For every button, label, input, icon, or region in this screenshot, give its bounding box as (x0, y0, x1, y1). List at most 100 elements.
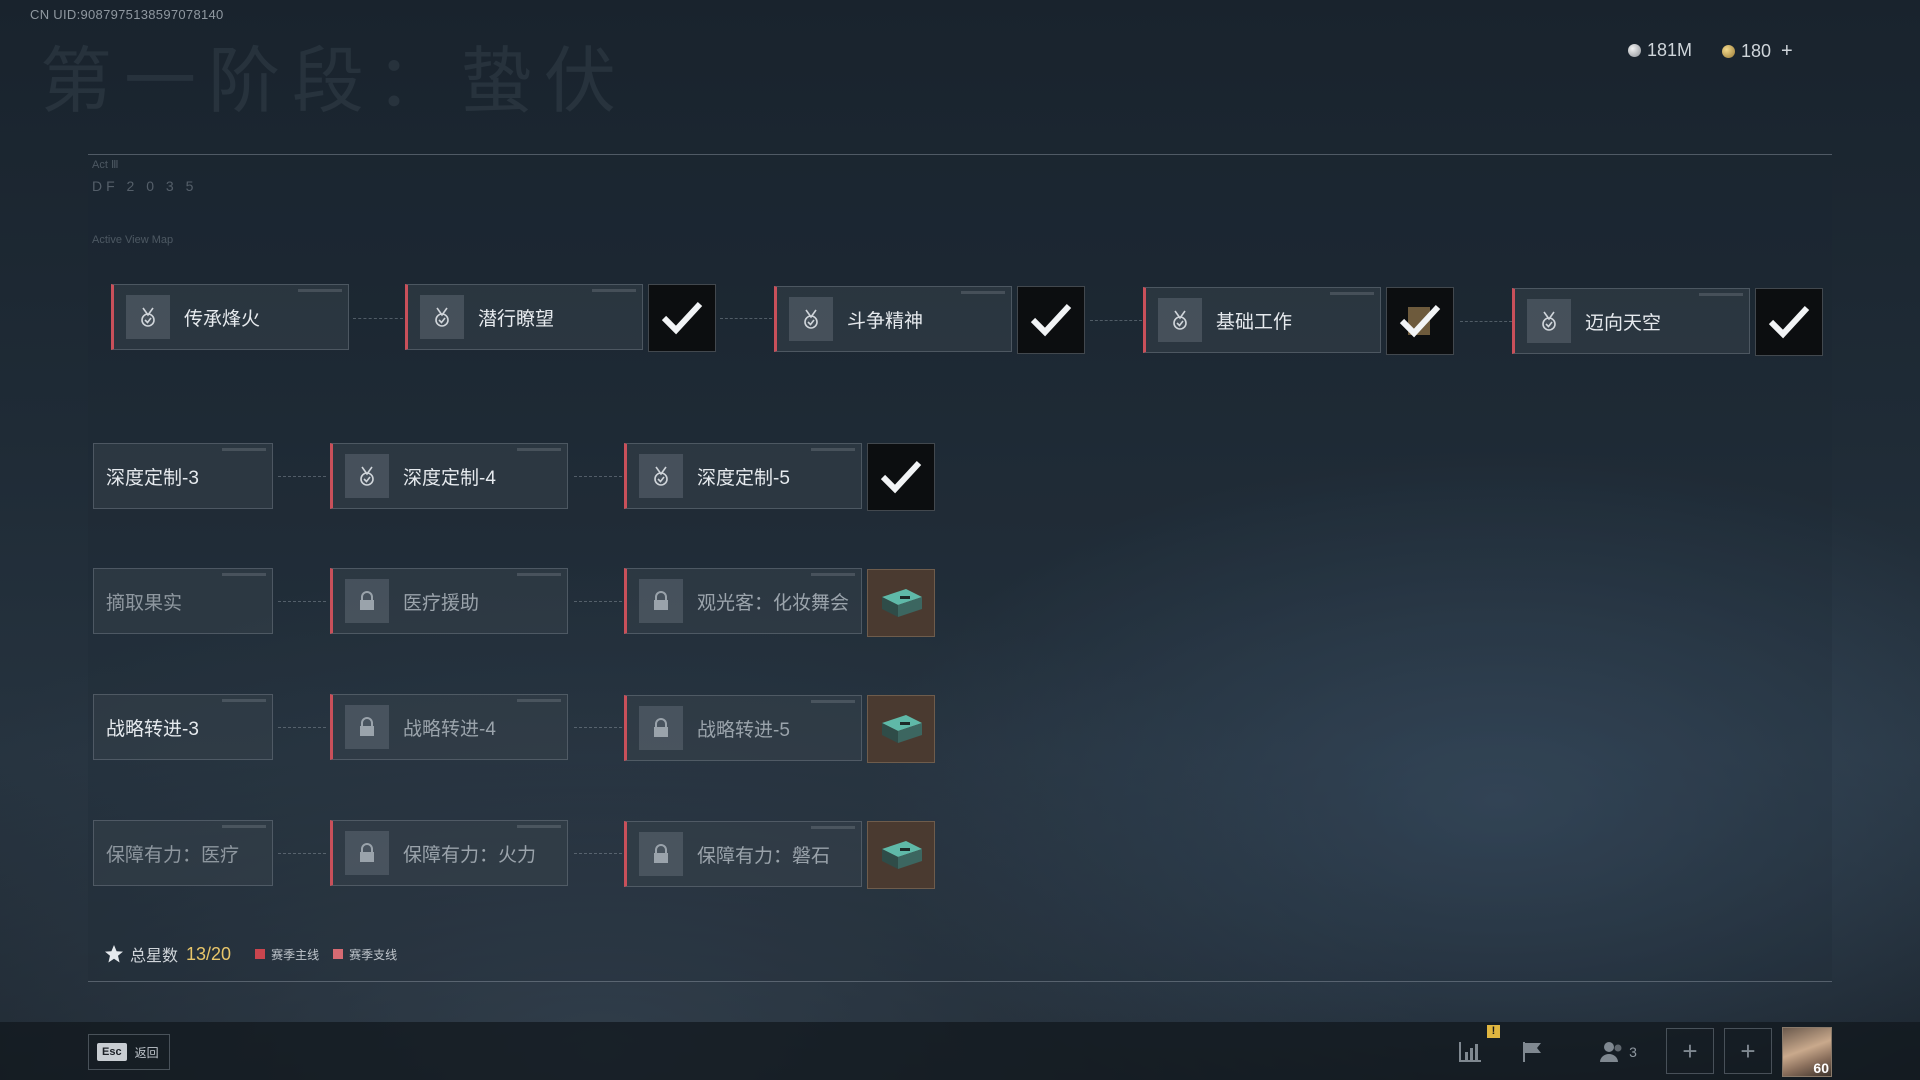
task-connector (278, 476, 326, 477)
reward-chest[interactable] (867, 695, 935, 763)
task-card-locked[interactable]: 保障有力：火力 (330, 820, 568, 886)
lock-icon (639, 706, 683, 750)
task-connector (574, 601, 622, 602)
task-tag (298, 289, 342, 292)
add-slot-button[interactable]: + (1666, 1028, 1714, 1074)
lock-icon (345, 831, 389, 875)
medal-icon (420, 295, 464, 339)
task-tag (961, 291, 1005, 294)
task-card[interactable]: 深度定制-3 (93, 443, 273, 509)
task-connector (574, 853, 622, 854)
task-card[interactable]: 深度定制-4 (330, 443, 568, 509)
party-button[interactable]: 3 (1588, 1034, 1648, 1070)
task-tag (517, 699, 561, 702)
reward-claimed[interactable] (1017, 286, 1085, 354)
task-label: 保障有力：火力 (403, 844, 537, 866)
reward-chest[interactable] (867, 821, 935, 889)
task-label: 潜行瞭望 (478, 308, 555, 330)
lock-icon (345, 705, 389, 749)
checkmark-icon (880, 460, 922, 494)
flag-icon (1523, 1042, 1541, 1062)
task-label: 深度定制-5 (697, 467, 790, 489)
task-label: 摘取果实 (106, 592, 183, 614)
task-tag (811, 448, 855, 451)
task-card[interactable]: 保障有力：医疗 (93, 820, 273, 886)
supply-crate-icon (882, 715, 922, 743)
task-tag (222, 699, 266, 702)
back-label: 返回 (134, 1045, 159, 1060)
task-card[interactable]: 潜行瞭望 (405, 284, 643, 350)
legend-side: 赛季支线 (333, 946, 397, 963)
task-card[interactable]: 基础工作 (1143, 287, 1381, 353)
silver-coin-icon (1628, 44, 1641, 57)
legend-side-label: 赛季支线 (349, 947, 398, 962)
medal-icon (345, 454, 389, 498)
task-card-locked[interactable]: 战略转进-5 (624, 695, 862, 761)
task-card-locked[interactable]: 保障有力：磐石 (624, 821, 862, 887)
add-slot-button[interactable]: + (1724, 1028, 1772, 1074)
esc-key: Esc (97, 1043, 127, 1061)
party-count: 3 (1629, 1044, 1637, 1060)
task-card-locked[interactable]: 战略转进-4 (330, 694, 568, 760)
task-connector (278, 601, 326, 602)
stars-label: 总星数 (130, 948, 179, 965)
panel-df-code: DF 2 0 3 5 (92, 178, 198, 194)
task-label: 保障有力：医疗 (106, 844, 240, 866)
task-label: 迈向天空 (1585, 312, 1662, 334)
task-tag (1330, 292, 1374, 295)
medal-icon (1158, 298, 1202, 342)
reward-chest[interactable] (867, 569, 935, 637)
star-icon (105, 945, 123, 963)
back-button[interactable]: Esc 返回 (88, 1034, 170, 1070)
legend-main: 赛季主线 (255, 946, 319, 963)
reward-claimed[interactable] (648, 284, 716, 352)
task-card[interactable]: 斗争精神 (774, 286, 1012, 352)
task-label: 深度定制-3 (106, 467, 199, 489)
panel-meta-map: Active View Map (92, 234, 174, 246)
task-label: 战略转进-4 (403, 718, 496, 740)
currency-gold-value: 180 (1741, 41, 1772, 61)
lock-icon (639, 579, 683, 623)
flag-button[interactable] (1512, 1034, 1552, 1070)
task-card[interactable]: 传承烽火 (111, 284, 349, 350)
medal-icon (126, 295, 170, 339)
gold-coin-icon (1722, 45, 1735, 58)
legend-side-swatch (333, 949, 344, 959)
task-connector (1460, 321, 1512, 322)
currency-silver-value: 181M (1647, 40, 1693, 60)
currency-gold[interactable]: 180 + (1722, 40, 1793, 63)
task-label: 医疗援助 (403, 592, 480, 614)
supply-crate-icon (882, 841, 922, 869)
stats-button[interactable] (1450, 1034, 1490, 1070)
legend-main-label: 赛季主线 (271, 947, 320, 962)
player-avatar[interactable]: 60 (1782, 1027, 1832, 1077)
task-tag (222, 448, 266, 451)
task-connector (1090, 320, 1142, 321)
reward-claimed[interactable] (867, 443, 935, 511)
task-tag (517, 573, 561, 576)
task-label: 传承烽火 (184, 308, 261, 330)
medal-icon (639, 454, 683, 498)
reward-claimed[interactable] (1386, 287, 1454, 355)
task-card[interactable]: 战略转进-3 (93, 694, 273, 760)
stats-icon (1459, 1042, 1481, 1062)
task-label: 深度定制-4 (403, 467, 496, 489)
task-card-locked[interactable]: 医疗援助 (330, 568, 568, 634)
task-label: 战略转进-5 (697, 719, 790, 741)
stars-value: 13/20 (186, 943, 232, 964)
task-card[interactable]: 深度定制-5 (624, 443, 862, 509)
add-currency-button[interactable]: + (1781, 40, 1793, 63)
task-card[interactable]: 迈向天空 (1512, 288, 1750, 354)
party-icon (1600, 1042, 1622, 1062)
add-slot-icon: + (1740, 1035, 1756, 1066)
medal-icon (789, 297, 833, 341)
stage-title: 第一阶段：蛰伏 (40, 39, 629, 123)
legend-main-swatch (255, 949, 266, 959)
task-connector (574, 476, 622, 477)
reward-claimed[interactable] (1755, 288, 1823, 356)
player-level: 60 (1813, 1060, 1829, 1076)
task-card-locked[interactable]: 观光客：化妆舞会 (624, 568, 862, 634)
task-label: 基础工作 (1216, 311, 1293, 333)
task-connector (278, 727, 326, 728)
task-card[interactable]: 摘取果实 (93, 568, 273, 634)
